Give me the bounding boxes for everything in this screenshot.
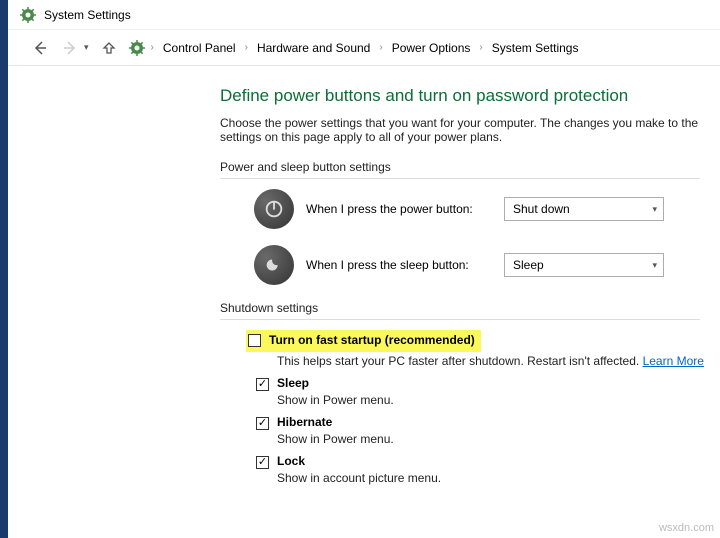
dropdown-value: Shut down [513, 202, 570, 216]
back-button[interactable] [30, 38, 50, 58]
sleep-button-dropdown[interactable]: Sleep ▾ [504, 253, 664, 277]
sleep-button-label: When I press the sleep button: [306, 258, 492, 272]
page-description: Choose the power settings that you want … [220, 116, 720, 144]
lock-desc: Show in account picture menu. [277, 471, 720, 485]
lock-label: Lock [277, 454, 305, 468]
dropdown-value: Sleep [513, 258, 544, 272]
hibernate-row: ✓ Hibernate [256, 415, 720, 430]
page-title: Define power buttons and turn on passwor… [220, 86, 720, 106]
highlight-fast-startup: Turn on fast startup (recommended) [246, 330, 481, 352]
crumb-control-panel[interactable]: Control Panel [160, 39, 239, 57]
power-button-label: When I press the power button: [306, 202, 492, 216]
power-button-row: When I press the power button: Shut down… [254, 189, 720, 229]
fast-startup-label: Turn on fast startup (recommended) [269, 333, 475, 347]
divider [220, 319, 700, 320]
sleep-row: ✓ Sleep [256, 376, 720, 391]
crumb-system-settings[interactable]: System Settings [489, 39, 582, 57]
section-header-buttons: Power and sleep button settings [220, 160, 720, 174]
sleep-icon [254, 245, 294, 285]
settings-icon [20, 7, 36, 23]
window-title: System Settings [44, 8, 131, 22]
window-edge [0, 0, 8, 538]
divider [220, 178, 700, 179]
history-dropdown-icon[interactable]: ▾ [84, 42, 89, 53]
watermark: wsxdn.com [659, 522, 714, 534]
checkbox-hibernate[interactable]: ✓ [256, 417, 269, 430]
settings-icon [129, 40, 145, 56]
crumb-hardware-sound[interactable]: Hardware and Sound [254, 39, 373, 57]
checkbox-fast-startup[interactable] [248, 334, 261, 347]
chevron-right-icon[interactable]: › [377, 42, 384, 53]
chevron-down-icon: ▾ [652, 260, 657, 271]
toolbar: ▾ › Control Panel › Hardware and Sound ›… [0, 30, 720, 66]
learn-more-link[interactable]: Learn More [643, 354, 704, 368]
titlebar: System Settings [0, 0, 720, 30]
power-button-dropdown[interactable]: Shut down ▾ [504, 197, 664, 221]
crumb-power-options[interactable]: Power Options [389, 39, 474, 57]
checkbox-sleep[interactable]: ✓ [256, 378, 269, 391]
section-header-shutdown: Shutdown settings [220, 301, 720, 315]
content-area: Define power buttons and turn on passwor… [0, 66, 720, 485]
up-button[interactable] [99, 38, 119, 58]
chevron-right-icon[interactable]: › [477, 42, 484, 53]
sleep-button-row: When I press the sleep button: Sleep ▾ [254, 245, 720, 285]
sleep-desc: Show in Power menu. [277, 393, 720, 407]
chevron-down-icon: ▾ [652, 204, 657, 215]
power-icon [254, 189, 294, 229]
fast-startup-desc: This helps start your PC faster after sh… [277, 354, 720, 368]
sleep-label: Sleep [277, 376, 309, 390]
checkbox-lock[interactable]: ✓ [256, 456, 269, 469]
forward-button [60, 38, 80, 58]
hibernate-label: Hibernate [277, 415, 332, 429]
chevron-right-icon[interactable]: › [149, 42, 156, 53]
breadcrumb: › Control Panel › Hardware and Sound › P… [129, 39, 582, 57]
lock-row: ✓ Lock [256, 454, 720, 469]
hibernate-desc: Show in Power menu. [277, 432, 720, 446]
chevron-right-icon[interactable]: › [243, 42, 250, 53]
